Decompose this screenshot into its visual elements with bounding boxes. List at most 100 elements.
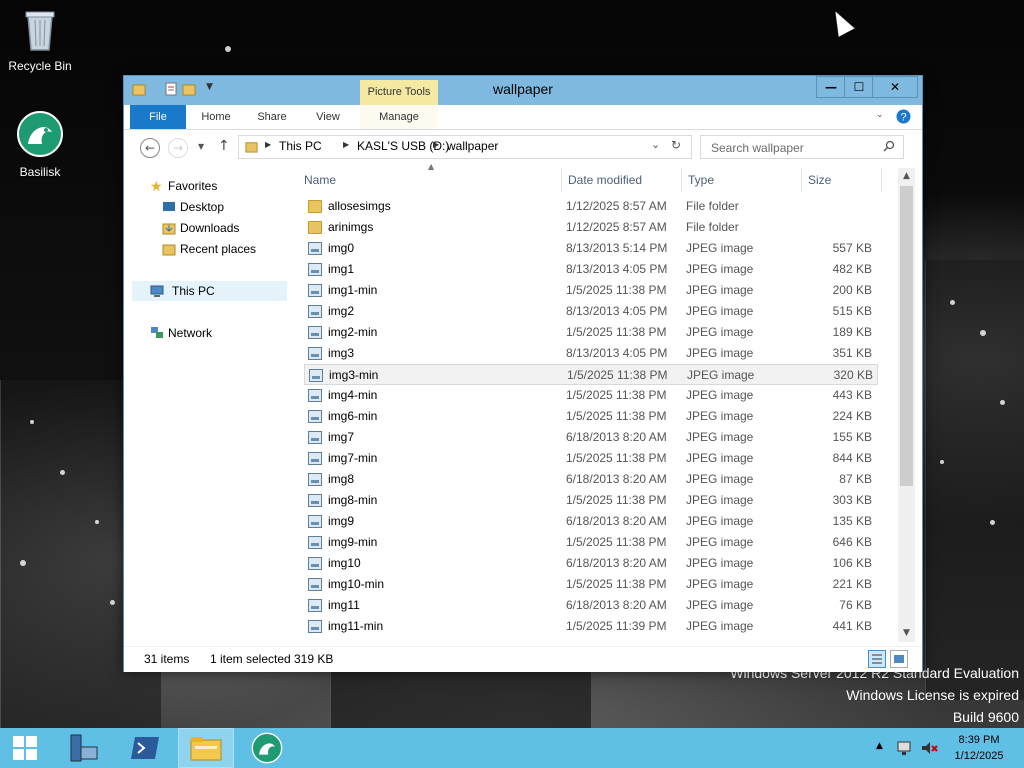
address-bar[interactable]: ▶ This PC ▶ KASL'S USB (D:) ▶ wallpaper …: [238, 135, 692, 159]
folder-icon: [308, 221, 322, 234]
file-row[interactable]: img10-min 1/5/2025 11:38 PM JPEG image 221 …: [304, 574, 878, 595]
file-row[interactable]: img8-min 1/5/2025 11:38 PM JPEG image 303 K…: [304, 490, 878, 511]
forward-button[interactable]: →: [168, 138, 188, 158]
clock[interactable]: 8:39 PM 1/12/2025: [944, 732, 1014, 764]
file-date-modified: 1/5/2025 11:38 PM: [566, 577, 667, 591]
column-name[interactable]: Name: [298, 168, 562, 192]
column-date-modified[interactable]: Date modified: [562, 168, 682, 192]
file-row[interactable]: img7-min 1/5/2025 11:38 PM JPEG image 844 K…: [304, 448, 878, 469]
details-view-button[interactable]: [868, 650, 886, 668]
ribbon-expand-icon[interactable]: ⌄: [876, 110, 884, 120]
file-row[interactable]: img9-min 1/5/2025 11:38 PM JPEG image 646 K…: [304, 532, 878, 553]
file-size: 515 KB: [832, 304, 872, 318]
vertical-scrollbar[interactable]: ▲ ▼: [898, 168, 915, 642]
file-size: 557 KB: [832, 241, 872, 255]
tab-manage[interactable]: Manage: [360, 105, 438, 129]
file-row[interactable]: img0 8/13/2013 5:14 PM JPEG image 557 KB: [304, 238, 878, 259]
desktop-icon-recycle-bin[interactable]: Recycle Bin: [0, 6, 80, 73]
file-type: JPEG image: [686, 241, 754, 255]
basilisk-icon: [251, 732, 283, 764]
file-type: JPEG image: [686, 262, 754, 276]
file-row[interactable]: img2-min 1/5/2025 11:38 PM JPEG image 189 K…: [304, 322, 878, 343]
file-row[interactable]: img11-min 1/5/2025 11:39 PM JPEG image 441 …: [304, 616, 878, 637]
search-icon[interactable]: [883, 140, 895, 152]
file-row[interactable]: img11 6/18/2013 8:20 AM JPEG image 76 KB: [304, 595, 878, 616]
breadcrumb-wallpaper[interactable]: wallpaper: [447, 139, 498, 153]
file-date-modified: 1/5/2025 11:38 PM: [566, 325, 667, 339]
file-row[interactable]: img10 6/18/2013 8:20 AM JPEG image 106 KB: [304, 553, 878, 574]
city-building: [330, 670, 591, 728]
file-row[interactable]: img8 6/18/2013 8:20 AM JPEG image 87 KB: [304, 469, 878, 490]
close-button[interactable]: ✕: [872, 76, 918, 98]
file-name: img9-min: [328, 535, 378, 549]
scroll-up-icon[interactable]: ▲: [898, 168, 915, 185]
volume-muted-icon[interactable]: [920, 739, 938, 757]
file-name: img7: [328, 430, 355, 444]
file-row[interactable]: img2 8/13/2013 4:05 PM JPEG image 515 KB: [304, 301, 878, 322]
taskbar-file-explorer[interactable]: [178, 728, 234, 768]
search-box[interactable]: [700, 135, 904, 159]
file-name: img11-min: [328, 619, 384, 633]
file-type: JPEG image: [686, 472, 754, 486]
file-date-modified: 6/18/2013 8:20 AM: [566, 430, 667, 444]
file-row[interactable]: img1-min 1/5/2025 11:38 PM JPEG image 200 K…: [304, 280, 878, 301]
maximize-button[interactable]: ☐: [844, 76, 874, 98]
nav-this-pc[interactable]: This PC: [132, 281, 287, 301]
file-row[interactable]: allosesimgs 1/12/2025 8:57 AM File folder: [304, 196, 878, 217]
file-name: img11: [328, 598, 360, 612]
file-row[interactable]: img9 6/18/2013 8:20 AM JPEG image 135 KB: [304, 511, 878, 532]
city-light: [20, 560, 26, 566]
address-dropdown-icon[interactable]: ⌄: [651, 138, 660, 151]
help-icon[interactable]: ?: [896, 109, 911, 124]
jpeg-image-icon: [308, 620, 322, 633]
file-type: JPEG image: [686, 535, 754, 549]
refresh-icon[interactable]: ↻: [671, 138, 681, 152]
explorer-window[interactable]: ▼ Picture Tools wallpaper — ☐ ✕ File Hom…: [123, 75, 923, 672]
network-tray-icon[interactable]: [896, 739, 914, 757]
tab-home[interactable]: Home: [194, 105, 238, 129]
tab-file[interactable]: File: [130, 105, 186, 129]
file-row[interactable]: img3-min 1/5/2025 11:38 PM JPEG image 320 K…: [304, 364, 878, 385]
file-date-modified: 1/5/2025 11:38 PM: [566, 283, 667, 297]
column-size[interactable]: Size: [802, 168, 882, 192]
search-input[interactable]: [709, 138, 883, 158]
desktop-icon-basilisk[interactable]: Basilisk: [0, 110, 80, 179]
file-size: 351 KB: [832, 346, 872, 360]
file-type: JPEG image: [686, 325, 754, 339]
file-row[interactable]: img7 6/18/2013 8:20 AM JPEG image 155 KB: [304, 427, 878, 448]
large-icons-view-button[interactable]: [890, 650, 908, 668]
breadcrumb-separator-icon: ▶: [343, 140, 350, 149]
column-type[interactable]: Type: [682, 168, 802, 192]
taskbar-server-manager[interactable]: [58, 728, 108, 768]
file-date-modified: 6/18/2013 8:20 AM: [566, 598, 667, 612]
scroll-thumb[interactable]: [900, 186, 913, 486]
file-row[interactable]: arinimgs 1/12/2025 8:57 AM File folder: [304, 217, 878, 238]
minimize-button[interactable]: —: [816, 76, 846, 98]
show-hidden-icons-icon[interactable]: ▲: [876, 741, 883, 751]
tab-share[interactable]: Share: [250, 105, 294, 129]
file-row[interactable]: img1 8/13/2013 4:05 PM JPEG image 482 KB: [304, 259, 878, 280]
file-size: 189 KB: [832, 325, 872, 339]
start-button[interactable]: [0, 728, 50, 768]
title-bar[interactable]: ▼ Picture Tools wallpaper — ☐ ✕: [124, 76, 922, 105]
file-size: 303 KB: [832, 493, 872, 507]
status-bar: 31 items 1 item selected 319 KB: [124, 646, 922, 672]
city-light: [950, 300, 955, 305]
file-row[interactable]: img3 8/13/2013 4:05 PM JPEG image 351 KB: [304, 343, 878, 364]
file-size: 135 KB: [832, 514, 872, 528]
breadcrumb-this-pc[interactable]: This PC: [279, 139, 322, 153]
file-name: img0: [328, 241, 355, 255]
file-date-modified: 8/13/2013 4:05 PM: [566, 346, 668, 360]
file-date-modified: 1/5/2025 11:38 PM: [566, 451, 667, 465]
up-arrow-icon[interactable]: ↑: [218, 138, 230, 154]
scroll-down-icon[interactable]: ▼: [898, 625, 915, 642]
recent-locations-dropdown-icon[interactable]: ▼: [198, 142, 204, 151]
file-row[interactable]: img6-min 1/5/2025 11:38 PM JPEG image 224 K…: [304, 406, 878, 427]
file-row[interactable]: img4-min 1/5/2025 11:38 PM JPEG image 443 K…: [304, 385, 878, 406]
taskbar-powershell[interactable]: [120, 728, 170, 768]
city-light: [225, 46, 231, 52]
tab-view[interactable]: View: [306, 105, 350, 129]
taskbar-basilisk[interactable]: [242, 728, 292, 768]
back-button[interactable]: ←: [140, 138, 160, 158]
file-name: img8-min: [328, 493, 378, 507]
